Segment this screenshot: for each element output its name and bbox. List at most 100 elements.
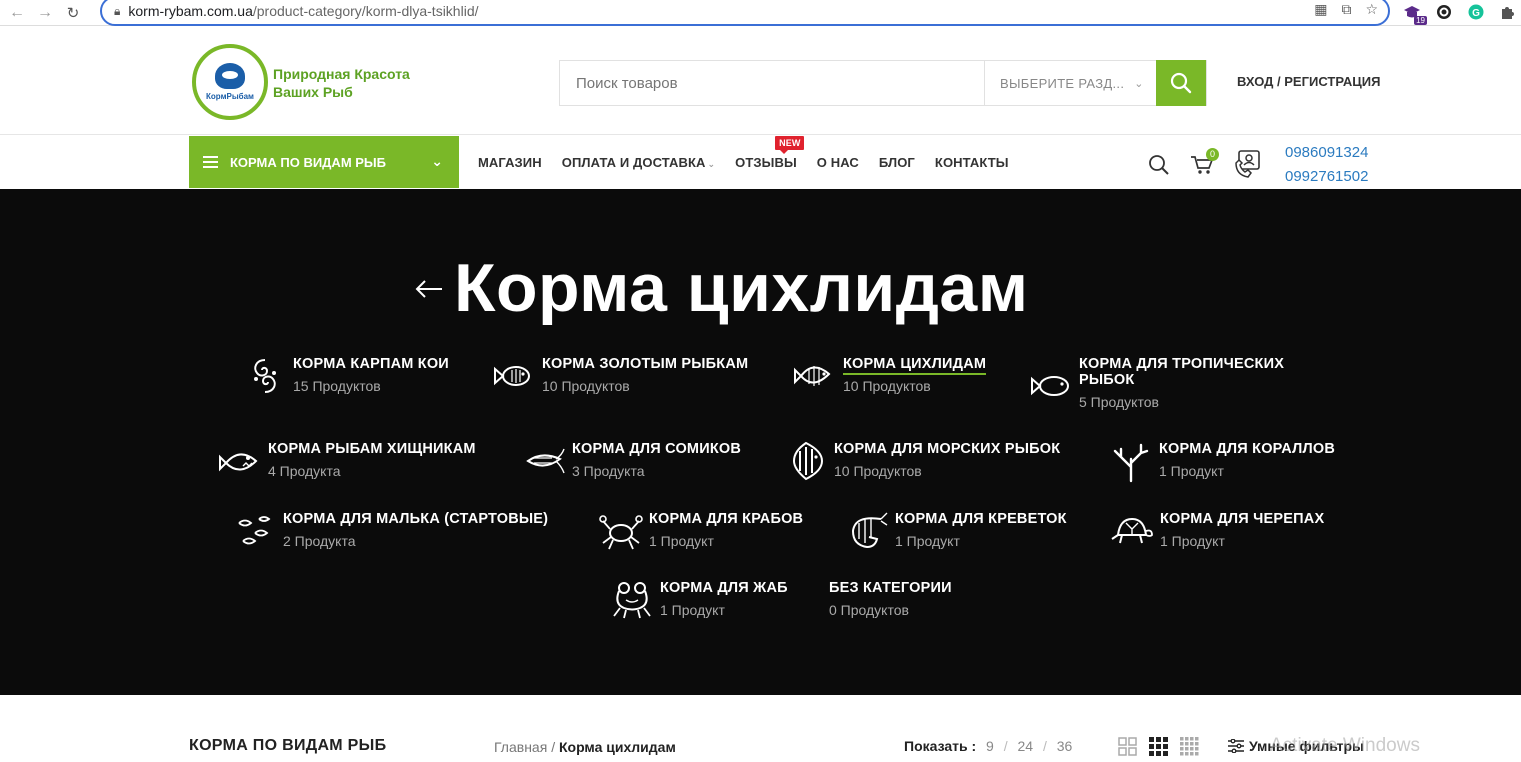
cart-count-badge: 0 (1206, 148, 1219, 161)
frog-icon (613, 582, 651, 619)
new-badge: NEW (775, 136, 805, 154)
extension-graduation-icon[interactable]: 19 (1402, 2, 1427, 25)
category-count: 0 Продуктов (829, 602, 909, 618)
product-search: ВЫБЕРИТЕ РАЗД... ⌄ (559, 60, 1207, 106)
grammarly-icon[interactable]: G (1466, 2, 1486, 22)
category-count: 1 Продукт (1159, 463, 1224, 479)
fry-icon (238, 516, 271, 545)
grid-3-columns-icon[interactable] (1149, 737, 1168, 756)
menu-item-payment-delivery[interactable]: ОПЛАТА И ДОСТАВКА ⌄ (562, 155, 715, 170)
category-count: 4 Продукта (268, 463, 341, 479)
bookmark-star-icon[interactable]: ☆ (1365, 1, 1378, 18)
goldfish-icon (494, 366, 530, 386)
category-count: 1 Продукт (1160, 533, 1225, 549)
category-link-fry[interactable]: КОРМА ДЛЯ МАЛЬКА (СТАРТОВЫЕ) 2 Продукта (233, 511, 548, 553)
predator-fish-icon (219, 453, 258, 472)
menu-item-contacts[interactable]: КОНТАКТЫ (935, 155, 1009, 170)
menu-item-about[interactable]: О НАС (817, 155, 859, 170)
per-page-option-36[interactable]: 36 (1057, 738, 1073, 754)
category-link-predators[interactable]: КОРМА РЫБАМ ХИЩНИКАМ 4 Продукта (218, 441, 476, 483)
category-name: КОРМА ДЛЯ ЧЕРЕПАХ (1160, 511, 1325, 527)
category-name: КОРМА ДЛЯ МОРСКИХ РЫБОК (834, 441, 1061, 457)
translate-icon[interactable]: ⧉ (1341, 1, 1351, 18)
category-count: 10 Продуктов (542, 378, 630, 394)
logo-fish-drop-icon (215, 63, 245, 89)
menu-item-reviews[interactable]: ОТЗЫВЫ NEW (735, 136, 805, 170)
breadcrumb: Главная / Корма цихлидам (494, 739, 676, 755)
main-navigation: КОРМА ПО ВИДАМ РЫБ ⌄ МАГАЗИН ОПЛАТА И ДО… (0, 136, 1521, 189)
category-link-corals[interactable]: КОРМА ДЛЯ КОРАЛЛОВ 1 Продукт (1109, 441, 1335, 483)
category-name: КОРМА ЗОЛОТЫМ РЫБКАМ (542, 356, 749, 372)
per-page-option-9[interactable]: 9 (986, 738, 994, 754)
category-count: 5 Продуктов (1079, 394, 1159, 410)
category-link-koi[interactable]: КОРМА КАРПАМ КОИ 15 Продуктов (243, 356, 449, 398)
per-page-separator: / (1003, 738, 1008, 754)
categories-menu-button[interactable]: КОРМА ПО ВИДАМ РЫБ ⌄ (189, 136, 459, 188)
category-count: 1 Продукт (660, 602, 725, 618)
category-name: КОРМА ДЛЯ КРАБОВ (649, 511, 804, 527)
browser-toolbar: ← → ↻ 🔒︎ korm-rybam.com.ua/product-categ… (0, 0, 1521, 26)
category-name: КОРМА ДЛЯ ЖАБ (660, 580, 788, 596)
search-button[interactable] (1156, 60, 1206, 106)
site-logo[interactable]: КормРыбам (192, 44, 268, 120)
shrimp-icon (851, 512, 888, 549)
per-page-selector: Показать : 9 / 24 / 36 (904, 738, 1072, 754)
slogan-line2: Ваших Рыб (273, 84, 353, 100)
menu-item-shop[interactable]: МАГАЗИН (478, 155, 542, 170)
phone-numbers: 0986091324 0992761502 (1285, 141, 1368, 189)
category-link-frogs[interactable]: КОРМА ДЛЯ ЖАБ 1 Продукт (610, 580, 788, 622)
category-name: БЕЗ КАТЕГОРИИ (829, 580, 952, 596)
search-category-select[interactable]: ВЫБЕРИТЕ РАЗД... ⌄ (984, 61, 1156, 105)
search-icon[interactable] (1148, 154, 1170, 176)
category-link-turtles[interactable]: КОРМА ДЛЯ ЧЕРЕПАХ 1 Продукт (1110, 511, 1324, 553)
phone-link-2[interactable]: 0992761502 (1285, 165, 1368, 189)
category-link-crabs[interactable]: КОРМА ДЛЯ КРАБОВ 1 Продукт (599, 511, 803, 553)
os-activation-watermark: Activate Windows (1270, 735, 1420, 756)
category-name: КОРМА КАРПАМ КОИ (293, 356, 449, 372)
grid-4-columns-icon[interactable] (1180, 737, 1199, 756)
category-link-cichlids[interactable]: КОРМА ЦИХЛИДАМ 10 Продуктов (793, 356, 987, 398)
chevron-down-icon: ⌄ (431, 153, 443, 169)
slogan-line1: Природная Красота (273, 66, 410, 82)
back-icon[interactable]: ← (6, 2, 28, 24)
search-input[interactable] (560, 61, 984, 105)
tropical-fish-icon (1031, 376, 1069, 396)
category-hero: Корма цихлидам КОРМА КАРПАМ КОИ 15 Продук… (0, 189, 1521, 695)
breadcrumb-separator: / (551, 739, 556, 755)
category-link-uncategorized[interactable]: БЕЗ КАТЕГОРИИ 0 Продуктов (829, 580, 952, 618)
page-title: Корма цихлидам (454, 250, 1029, 326)
per-page-option-24[interactable]: 24 (1018, 738, 1034, 754)
back-arrow-icon[interactable] (414, 277, 444, 301)
reload-icon[interactable]: ↻ (62, 2, 84, 24)
category-name: КОРМА ДЛЯ МАЛЬКА (СТАРТОВЫЕ) (283, 511, 549, 527)
login-register-link[interactable]: ВХОД / РЕГИСТРАЦИЯ (1237, 74, 1380, 89)
category-link-goldfish[interactable]: КОРМА ЗОЛОТЫМ РЫБКАМ 10 Продуктов (492, 356, 748, 398)
sidebar-title: КОРМА ПО ВИДАМ РЫБ (189, 737, 387, 754)
search-icon (1170, 72, 1192, 94)
grid-2-columns-icon[interactable] (1118, 737, 1137, 756)
marine-fish-icon (792, 441, 824, 481)
category-link-marine[interactable]: КОРМА ДЛЯ МОРСКИХ РЫБОК 10 Продуктов (784, 441, 1060, 483)
address-bar[interactable]: 🔒︎ korm-rybam.com.ua/product-category/ko… (100, 0, 1390, 26)
breadcrumb-home[interactable]: Главная (494, 739, 547, 755)
main-menu: МАГАЗИН ОПЛАТА И ДОСТАВКА ⌄ ОТЗЫВЫ NEW О … (478, 136, 1029, 170)
category-count: 3 Продукта (572, 463, 645, 479)
category-count: 10 Продуктов (834, 463, 922, 479)
extension-link-icon[interactable] (1434, 2, 1454, 22)
category-name: КОРМА ДЛЯ КРЕВЕТОК (895, 511, 1067, 527)
forward-icon[interactable]: → (34, 2, 56, 24)
breadcrumb-current: Корма цихлидам (558, 739, 676, 755)
url-path: /product-category/korm-dlya-tsikhlid/ (252, 3, 479, 19)
catfish-icon (526, 448, 565, 474)
phone-link-1[interactable]: 0986091324 (1285, 141, 1368, 165)
support-contact-icon[interactable] (1234, 149, 1266, 181)
category-count: 2 Продукта (283, 533, 356, 549)
category-link-catfish[interactable]: КОРМА ДЛЯ СОМИКОВ 3 Продукта (522, 441, 741, 483)
extensions-puzzle-icon[interactable] (1497, 2, 1517, 22)
per-page-label: Показать : (904, 738, 977, 754)
category-link-tropical[interactable]: КОРМА ДЛЯ ТРОПИЧЕСКИХ РЫБОК 5 Продуктов (1029, 356, 1284, 410)
menu-item-blog[interactable]: БЛОГ (879, 155, 915, 170)
category-link-shrimps[interactable]: КОРМА ДЛЯ КРЕВЕТОК 1 Продукт (845, 511, 1067, 553)
category-name: КОРМА ДЛЯ КОРАЛЛОВ (1159, 441, 1336, 457)
qr-code-icon[interactable]: ▦ (1314, 1, 1327, 18)
